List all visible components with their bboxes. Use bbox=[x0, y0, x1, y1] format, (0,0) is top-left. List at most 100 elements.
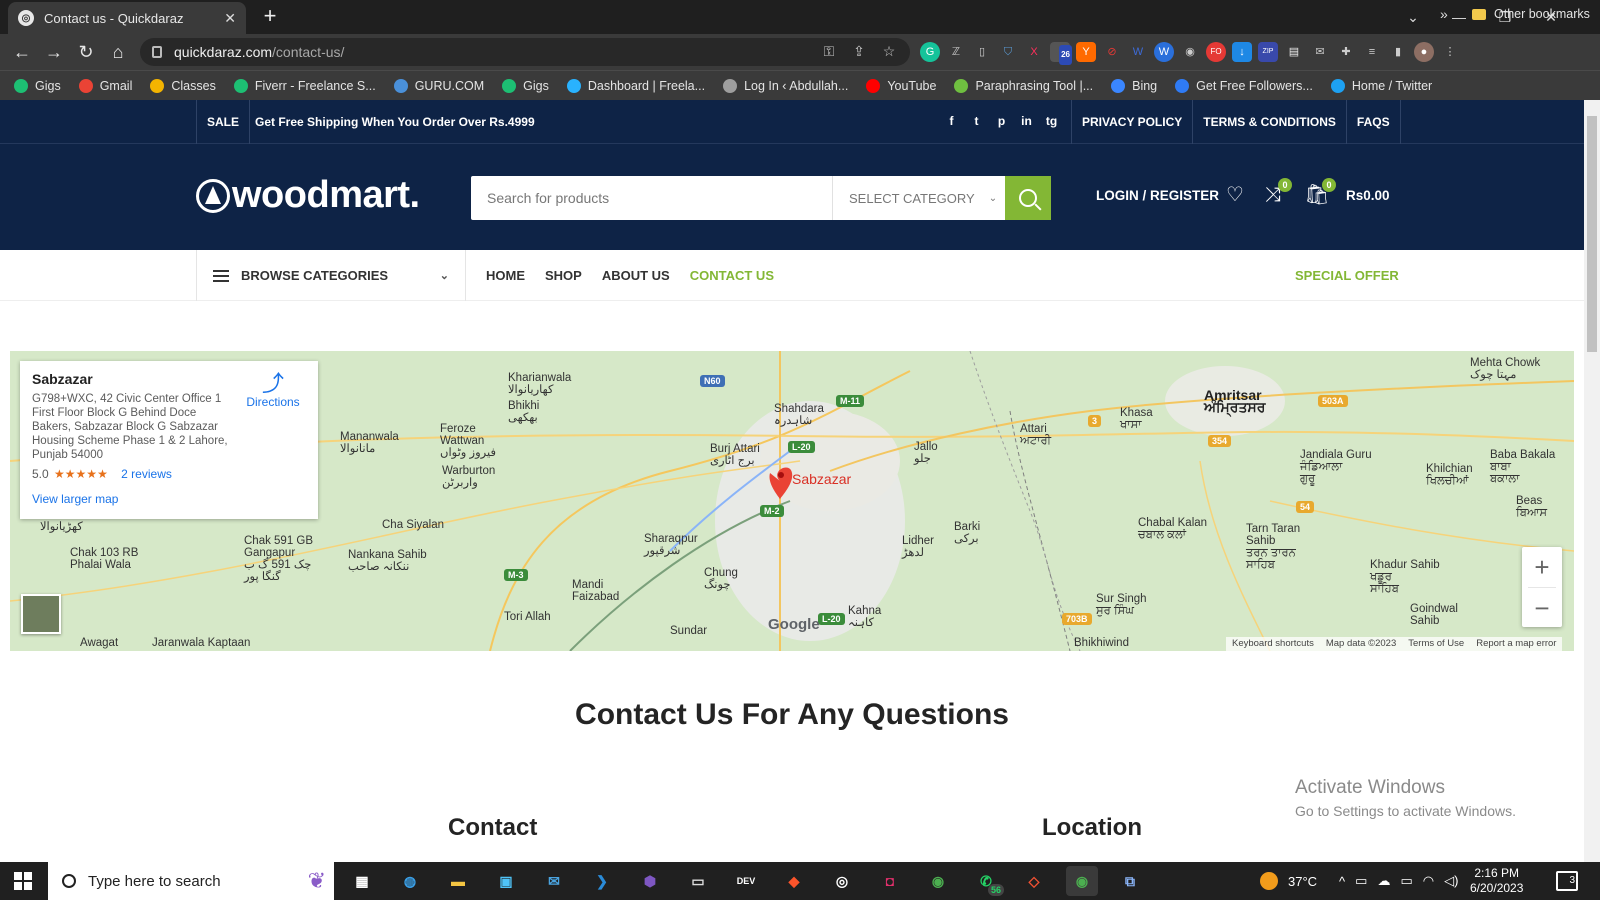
compare-icon[interactable]: ⤨ 0 bbox=[1260, 178, 1292, 208]
grammarly-icon[interactable]: G bbox=[920, 42, 940, 62]
translate-icon[interactable]: ℤ bbox=[946, 42, 966, 62]
nav-item-about-us[interactable]: ABOUT US bbox=[602, 268, 670, 283]
back-icon[interactable]: ← bbox=[10, 40, 34, 64]
address-bar[interactable]: quickdaraz.com/contact-us/ bbox=[140, 38, 910, 66]
task-view-icon[interactable]: ▦ bbox=[346, 866, 378, 896]
tab-search-icon[interactable]: ⌄ bbox=[1390, 0, 1436, 34]
cart-icon[interactable]: 🛍 0 bbox=[1304, 178, 1336, 208]
device-tray-icon[interactable]: ▭ bbox=[1355, 873, 1367, 889]
login-register-link[interactable]: LOGIN / REGISTER bbox=[1096, 188, 1219, 203]
clock[interactable]: 2:16 PM 6/20/2023 bbox=[1470, 866, 1523, 896]
report-map-error-link[interactable]: Report a map error bbox=[1476, 637, 1556, 651]
app-hex-icon[interactable]: ⬢ bbox=[634, 866, 666, 896]
bookmark-item[interactable]: Fiverr - Freelance S... bbox=[233, 78, 376, 93]
file-explorer-icon[interactable]: ▬ bbox=[442, 866, 474, 896]
shield-ext-icon[interactable]: ⛉ bbox=[998, 42, 1018, 62]
special-offer-link[interactable]: SPECIAL OFFER bbox=[1295, 268, 1399, 283]
fo-ext-icon[interactable]: FO bbox=[1206, 42, 1226, 62]
whatsapp-icon[interactable]: ✆ 56 bbox=[970, 866, 1004, 896]
volume-icon[interactable]: ◁) bbox=[1444, 873, 1458, 889]
bookmark-item[interactable]: Bing bbox=[1111, 78, 1157, 93]
keyboard-shortcuts-link[interactable]: Keyboard shortcuts bbox=[1232, 637, 1314, 651]
menu-icon[interactable]: ⋮ bbox=[1440, 42, 1460, 62]
weather-icon[interactable] bbox=[1260, 872, 1278, 890]
linkedin-icon[interactable]: in bbox=[1019, 114, 1034, 129]
nav-item-shop[interactable]: SHOP bbox=[545, 268, 582, 283]
wishlist-heart-icon[interactable]: ♡ bbox=[1222, 182, 1248, 208]
notifications-icon[interactable]: 3 bbox=[1556, 871, 1578, 891]
x-ext-icon[interactable]: X bbox=[1024, 42, 1044, 62]
instagram-icon[interactable]: ◘ bbox=[874, 866, 906, 896]
orange-ext-icon[interactable]: Y bbox=[1076, 42, 1096, 62]
cloud-icon[interactable]: ☁ bbox=[1377, 873, 1390, 889]
browser-tab[interactable]: ◎ Contact us - Quickdaraz ✕ bbox=[8, 2, 246, 34]
nav-item-home[interactable]: HOME bbox=[486, 268, 525, 283]
block-ext-icon[interactable]: ⊘ bbox=[1102, 42, 1122, 62]
google-map[interactable]: Kharianwala کھاریانوالا Bhikhi بھکھی Shahd… bbox=[10, 351, 1574, 651]
facebook-icon[interactable]: f bbox=[944, 114, 959, 129]
terms-of-use-link[interactable]: Terms of Use bbox=[1408, 637, 1464, 651]
view-larger-map-link[interactable]: View larger map bbox=[32, 492, 306, 506]
bookmark-star-icon[interactable]: ☆ bbox=[880, 42, 898, 60]
new-tab-icon[interactable]: + bbox=[258, 5, 282, 29]
scrollbar-thumb[interactable] bbox=[1587, 116, 1597, 352]
download-icon[interactable]: ↓ bbox=[1232, 42, 1252, 62]
home-icon[interactable]: ⌂ bbox=[106, 40, 130, 64]
search-button[interactable] bbox=[1005, 176, 1051, 220]
telegram-icon[interactable]: tg bbox=[1044, 114, 1059, 129]
store-icon[interactable]: ▣ bbox=[490, 866, 522, 896]
cart-total[interactable]: Rs0.00 bbox=[1346, 188, 1390, 203]
bookmark-item[interactable]: YouTube bbox=[866, 78, 936, 93]
faqs-link[interactable]: FAQS bbox=[1345, 100, 1401, 144]
bookmark-item[interactable]: GURU.COM bbox=[393, 78, 484, 93]
zip-ext-icon[interactable]: ZIP bbox=[1258, 42, 1278, 62]
chrome-active-icon[interactable]: ◉ bbox=[1066, 866, 1098, 896]
bookmark-item[interactable]: Gmail bbox=[78, 78, 132, 93]
zoom-out-button[interactable]: − bbox=[1522, 588, 1562, 628]
wp-ext-icon[interactable]: W bbox=[1128, 42, 1148, 62]
chrome-icon[interactable]: ◉ bbox=[922, 866, 954, 896]
profile-avatar[interactable]: ● bbox=[1414, 42, 1434, 62]
map-pin-label[interactable]: Sabzazar bbox=[792, 472, 851, 486]
bookmark-item[interactable]: Get Free Followers... bbox=[1175, 78, 1313, 93]
bookmark-item[interactable]: Log In ‹ Abdullah... bbox=[723, 78, 848, 93]
browse-categories-button[interactable]: BROWSE CATEGORIES ⌄ bbox=[196, 250, 466, 301]
pinterest-icon[interactable]: p bbox=[994, 114, 1009, 129]
windows-start-icon[interactable] bbox=[14, 872, 32, 890]
sidepanel-icon[interactable]: ▮ bbox=[1388, 42, 1408, 62]
more-bookmarks-icon[interactable]: » bbox=[1440, 6, 1448, 22]
chevron-up-icon[interactable]: ^ bbox=[1339, 874, 1345, 889]
nav-item-contact-us[interactable]: CONTACT US bbox=[690, 268, 774, 283]
reload-icon[interactable]: ↻ bbox=[74, 40, 98, 64]
close-tab-icon[interactable]: ✕ bbox=[224, 10, 236, 27]
bookmark-item[interactable]: Dashboard | Freela... bbox=[566, 78, 705, 93]
satellite-toggle[interactable] bbox=[21, 594, 61, 634]
key-icon[interactable]: ⚿ bbox=[820, 42, 838, 60]
taskbar-search[interactable]: Type here to search ❦ bbox=[48, 862, 334, 900]
reviews-link[interactable]: 2 reviews bbox=[121, 467, 172, 481]
device-icon[interactable]: ▯ bbox=[972, 42, 992, 62]
network-tool-icon[interactable]: ⧉ bbox=[1114, 866, 1146, 896]
bookmark-item[interactable]: Home / Twitter bbox=[1330, 78, 1432, 93]
bookmark-item[interactable]: Classes bbox=[150, 78, 216, 93]
bookmark-item[interactable]: Gigs bbox=[14, 78, 61, 93]
github-icon[interactable]: ◎ bbox=[826, 866, 858, 896]
sale-label[interactable]: SALE bbox=[196, 100, 251, 144]
forward-icon[interactable]: → bbox=[42, 40, 66, 64]
wifi-icon[interactable]: ◠ bbox=[1423, 873, 1434, 889]
battery-icon[interactable]: ▭ bbox=[1400, 873, 1412, 889]
mail-app-icon[interactable]: ✉ bbox=[538, 866, 570, 896]
note-icon[interactable]: ▤ bbox=[1284, 42, 1304, 62]
search-input[interactable] bbox=[471, 176, 832, 220]
terms-link[interactable]: TERMS & CONDITIONS bbox=[1192, 100, 1346, 144]
wordpress-icon[interactable]: W bbox=[1154, 42, 1174, 62]
counter-ext-icon[interactable]: 26 bbox=[1050, 42, 1072, 65]
zoom-in-button[interactable]: + bbox=[1522, 547, 1562, 587]
brave-icon[interactable]: ◆ bbox=[778, 866, 810, 896]
site-logo[interactable]: woodmart. bbox=[196, 174, 420, 217]
reading-list-icon[interactable]: ≡ bbox=[1362, 42, 1382, 62]
bookmark-item[interactable]: Gigs bbox=[502, 78, 549, 93]
photo-app-icon[interactable]: ▭ bbox=[682, 866, 714, 896]
temperature[interactable]: 37°C bbox=[1288, 874, 1317, 889]
bookmark-item[interactable]: Paraphrasing Tool |... bbox=[954, 78, 1093, 93]
